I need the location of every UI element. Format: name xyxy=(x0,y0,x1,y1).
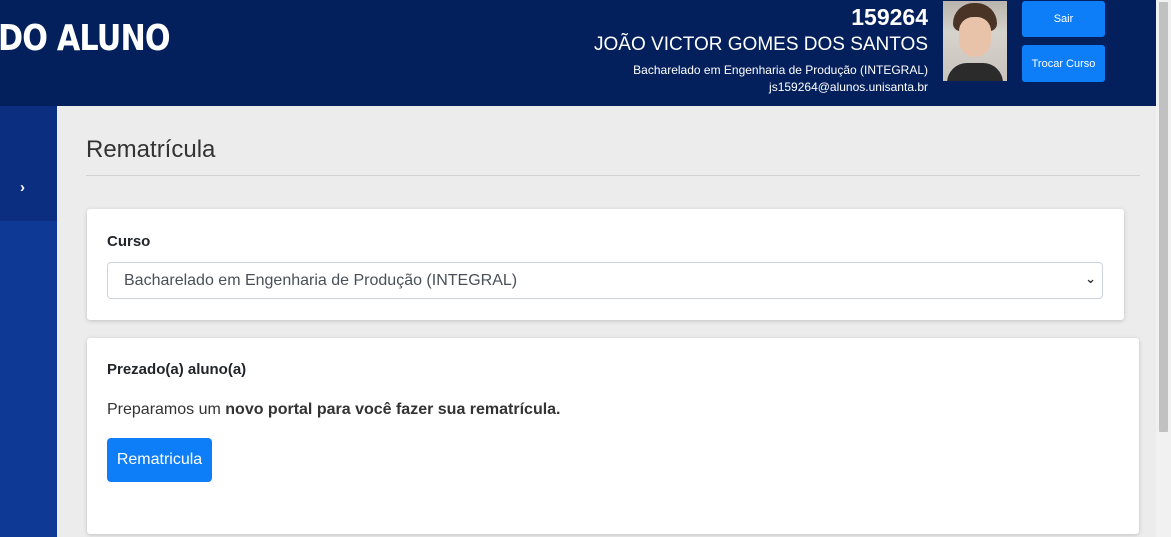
avatar-shirt xyxy=(947,63,1003,81)
user-name: JOÃO VICTOR GOMES DOS SANTOS xyxy=(594,34,928,55)
title-divider xyxy=(86,175,1140,176)
app-brand-title: DO ALUNO xyxy=(0,18,171,59)
user-email: js159264@alunos.unisanta.br xyxy=(769,80,928,94)
course-label: Curso xyxy=(107,233,151,250)
avatar-face xyxy=(959,17,991,57)
logout-button[interactable]: Sair xyxy=(1022,1,1105,37)
user-course: Bacharelado em Engenharia de Produção (I… xyxy=(633,63,928,77)
message-text-bold: novo portal para você fazer sua rematríc… xyxy=(225,401,561,418)
message-text-plain: Preparamos um xyxy=(107,401,226,418)
page-title: Rematrícula xyxy=(86,136,216,163)
course-card: Curso Bacharelado em Engenharia de Produ… xyxy=(87,209,1124,320)
change-course-button[interactable]: Trocar Curso xyxy=(1022,45,1105,82)
message-title: Prezado(a) aluno(a) xyxy=(107,361,247,378)
scrollbar-thumb[interactable] xyxy=(1159,2,1168,432)
course-select[interactable]: Bacharelado em Engenharia de Produção (I… xyxy=(107,262,1103,299)
top-header: DO ALUNO 159264 JOÃO VICTOR GOMES DOS SA… xyxy=(0,0,1156,106)
message-card: Prezado(a) aluno(a) Preparamos um novo p… xyxy=(87,338,1139,534)
sidebar-toggle-button[interactable]: › xyxy=(0,106,57,221)
sidebar: › xyxy=(0,106,57,537)
user-info: 159264 JOÃO VICTOR GOMES DOS SANTOS Bach… xyxy=(594,3,928,96)
chevron-right-icon: › xyxy=(20,179,25,196)
user-id: 159264 xyxy=(851,4,928,30)
avatar xyxy=(943,1,1007,81)
chevron-down-icon: ⌄ xyxy=(1085,271,1096,286)
message-text: Preparamos um novo portal para você faze… xyxy=(107,401,561,419)
rematricula-button[interactable]: Rematricula xyxy=(107,438,212,482)
course-select-value: Bacharelado em Engenharia de Produção (I… xyxy=(124,272,518,289)
